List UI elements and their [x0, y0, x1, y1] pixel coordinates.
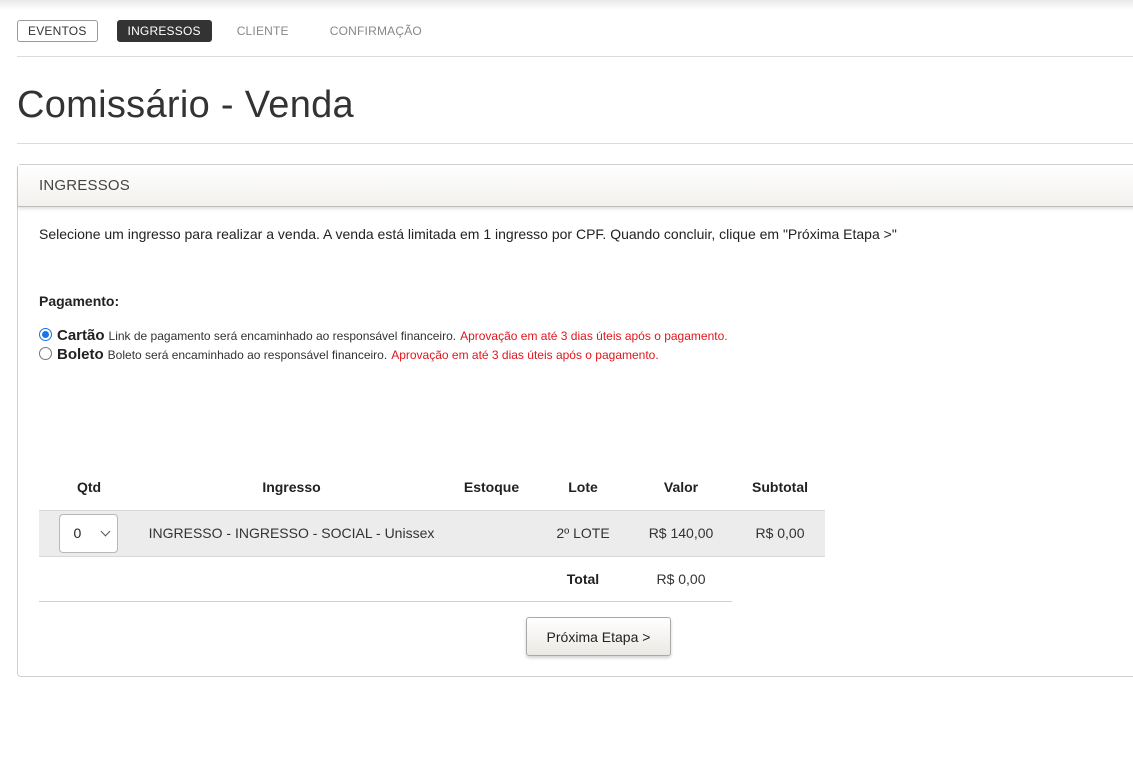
option-warning: Aprovação em até 3 dias úteis após o pag…	[391, 348, 659, 362]
tickets-table: Qtd Ingresso Estoque Lote Valor Subtotal…	[39, 465, 825, 602]
step-confirmacao[interactable]: CONFIRMAÇÃO	[324, 20, 428, 42]
divider	[17, 143, 1133, 144]
payment-label: Pagamento:	[39, 293, 120, 309]
panel-title: INGRESSOS	[18, 165, 1133, 207]
ticket-lot: 2º LOTE	[539, 510, 627, 557]
instructions-text: Selecione um ingresso para realizar a ve…	[39, 226, 897, 242]
header-subtotal: Subtotal	[735, 465, 825, 511]
radio-boleto[interactable]	[39, 347, 52, 360]
header-lote: Lote	[539, 465, 627, 511]
step-cliente[interactable]: CLIENTE	[231, 20, 295, 42]
quantity-select[interactable]: 0	[58, 513, 118, 553]
chevron-down-icon	[100, 526, 110, 536]
total-row: Total R$ 0,00	[39, 556, 825, 602]
qty-cell: 0	[39, 510, 139, 557]
header-estoque: Estoque	[444, 465, 539, 511]
page-title: Comissário - Venda	[17, 84, 354, 126]
payment-option-boleto[interactable]: Boleto Boleto será encaminhado ao respon…	[39, 346, 659, 363]
total-label: Total	[566, 571, 600, 588]
next-step-button[interactable]: Próxima Etapa >	[526, 617, 671, 656]
table-row: 0 INGRESSO - INGRESSO - SOCIAL - Unissex…	[39, 510, 825, 557]
wizard-steps: EVENTOS INGRESSOS CLIENTE CONFIRMAÇÃO	[17, 20, 457, 42]
total-divider	[39, 601, 732, 602]
tickets-panel: INGRESSOS Selecione um ingresso para rea…	[17, 164, 1133, 677]
ticket-price: R$ 140,00	[627, 510, 735, 557]
step-eventos[interactable]: EVENTOS	[17, 20, 98, 42]
radio-cartao[interactable]	[39, 328, 52, 341]
table-header-row: Qtd Ingresso Estoque Lote Valor Subtotal	[39, 465, 825, 511]
payment-option-cartao[interactable]: Cartão Link de pagamento será encaminhad…	[39, 327, 728, 344]
ticket-stock	[444, 510, 539, 557]
ticket-subtotal: R$ 0,00	[735, 510, 825, 557]
option-description: Link de pagamento será encaminhado ao re…	[108, 329, 457, 343]
total-value: R$ 0,00	[656, 571, 706, 588]
header-valor: Valor	[627, 465, 735, 511]
top-shadow	[0, 0, 1133, 10]
quantity-value: 0	[73, 525, 82, 541]
option-description: Boleto será encaminhado ao responsável f…	[107, 348, 388, 362]
header-qtd: Qtd	[39, 465, 139, 511]
step-ingressos[interactable]: INGRESSOS	[116, 20, 212, 42]
header-ingresso: Ingresso	[139, 465, 444, 511]
option-name: Cartão	[57, 327, 105, 344]
divider	[17, 56, 1133, 57]
option-name: Boleto	[57, 346, 104, 363]
option-warning: Aprovação em até 3 dias úteis após o pag…	[460, 329, 728, 343]
ticket-name: INGRESSO - INGRESSO - SOCIAL - Unissex	[139, 510, 444, 557]
